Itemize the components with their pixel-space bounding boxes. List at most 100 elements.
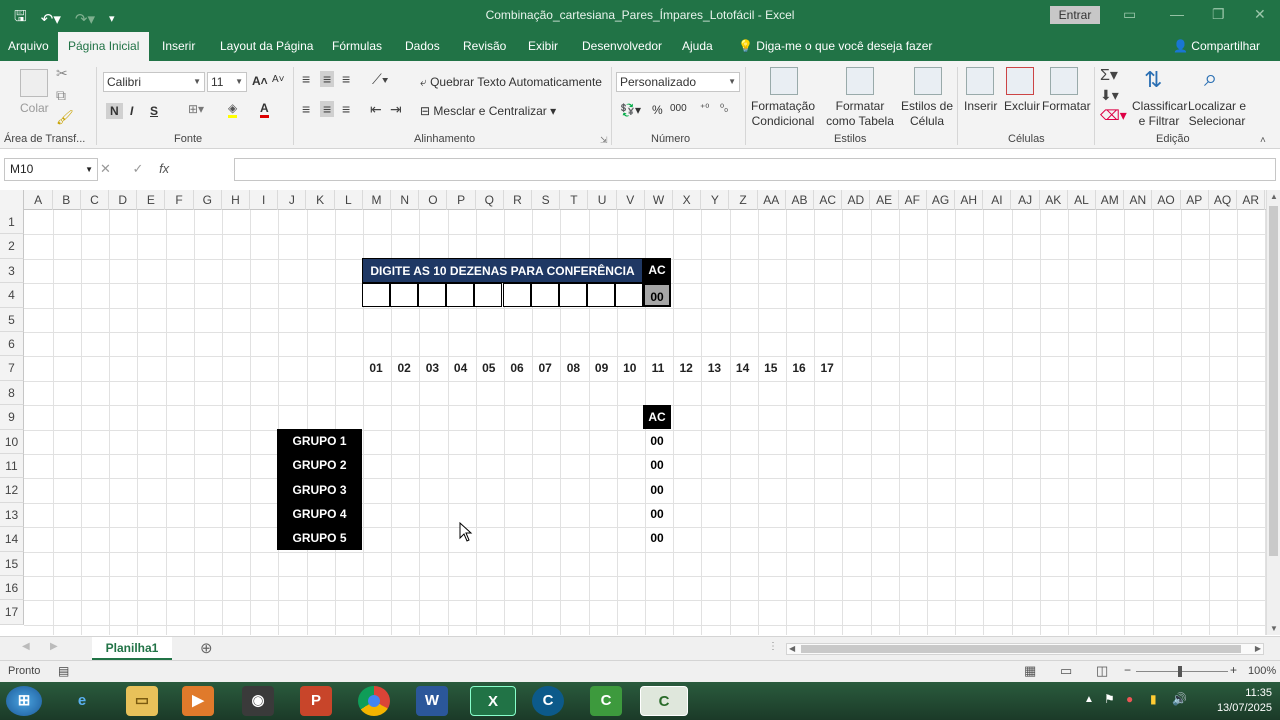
tab-pagina-inicial[interactable]: Página Inicial — [58, 32, 150, 61]
column-header[interactable]: Z — [730, 190, 758, 210]
format-as-table-button[interactable]: Formatar como Tabela — [820, 99, 900, 129]
accounting-format-icon[interactable]: 💱▾ — [620, 103, 641, 117]
column-header[interactable]: AF — [899, 190, 927, 210]
dezena-input-cell[interactable] — [446, 283, 475, 307]
zoom-out-icon[interactable]: − — [1124, 663, 1131, 677]
recorder-icon[interactable]: ◉ — [242, 686, 274, 716]
spreadsheet-grid[interactable]: A B C D E F G H I J K L M N O P Q R S T U V W X Y Z AA AB AC AD AE AF AG… — [0, 190, 1266, 635]
column-header[interactable]: S — [532, 190, 561, 210]
tray-power-icon[interactable]: ▮ — [1150, 692, 1157, 706]
sheet-tab-planilha1[interactable]: Planilha1 — [92, 637, 172, 661]
column-header[interactable]: I — [250, 190, 279, 210]
tab-ajuda[interactable]: Ajuda — [682, 32, 713, 61]
column-header[interactable]: AQ — [1209, 190, 1238, 210]
column-header[interactable]: AE — [871, 190, 899, 210]
column-header[interactable]: V — [617, 190, 645, 210]
zoom-in-icon[interactable]: + — [1230, 663, 1237, 677]
find-select-icon[interactable]: ⌕ — [1204, 65, 1217, 93]
close-icon[interactable]: ✕ — [1254, 6, 1266, 23]
volume-icon[interactable]: 🔊 — [1172, 692, 1187, 706]
tray-app-icon[interactable]: ● — [1126, 692, 1133, 706]
row-header[interactable]: 11 — [0, 454, 24, 479]
tab-arquivo[interactable]: Arquivo — [8, 32, 49, 61]
number-cell[interactable]: 11 — [644, 356, 672, 380]
horizontal-scroll-thumb[interactable] — [801, 645, 1241, 653]
sign-in-button[interactable]: Entrar — [1050, 6, 1100, 24]
row-header[interactable]: 15 — [0, 551, 24, 576]
formula-input[interactable] — [234, 158, 1276, 181]
format-cells-icon[interactable] — [1050, 67, 1078, 95]
column-header[interactable]: D — [109, 190, 138, 210]
column-header[interactable]: T — [560, 190, 589, 210]
group-label[interactable]: GRUPO 3 — [277, 478, 362, 502]
scroll-right-icon[interactable]: ▶ — [1255, 644, 1261, 653]
powerpoint-icon[interactable]: P — [300, 686, 332, 716]
taskbar-clock[interactable]: 11:35 13/07/2025 — [1217, 686, 1272, 716]
borders-icon[interactable]: ⊞▾ — [188, 102, 204, 116]
column-header[interactable]: H — [222, 190, 251, 210]
column-header[interactable]: AH — [955, 190, 984, 210]
column-header[interactable]: AK — [1040, 190, 1068, 210]
group-label[interactable]: GRUPO 2 — [277, 453, 362, 477]
column-header[interactable]: K — [307, 190, 335, 210]
column-header[interactable]: M — [363, 190, 392, 210]
group-ac-value[interactable]: 00 — [643, 526, 671, 550]
camtasia-icon[interactable]: C — [532, 686, 564, 716]
row-header[interactable]: 16 — [0, 576, 24, 601]
camtasia-recorder-icon[interactable]: C — [590, 686, 622, 716]
number-cell[interactable]: 03 — [418, 356, 446, 380]
column-header[interactable]: A — [25, 190, 53, 210]
column-header[interactable]: AC — [814, 190, 843, 210]
macro-record-icon[interactable]: ▤ — [58, 664, 69, 678]
column-header[interactable]: C — [81, 190, 110, 210]
group-ac-value[interactable]: 00 — [643, 502, 671, 526]
select-all-corner[interactable] — [0, 190, 24, 210]
wrap-text-button[interactable]: ⤶ Quebrar Texto Automaticamente — [420, 75, 602, 90]
insert-function-icon[interactable]: fx — [159, 161, 169, 176]
column-header[interactable]: AM — [1096, 190, 1125, 210]
italic-button[interactable]: I — [130, 104, 133, 118]
group-label[interactable]: GRUPO 1 — [277, 429, 362, 453]
tab-layout[interactable]: Layout da Página — [220, 32, 313, 61]
horizontal-scrollbar[interactable]: ◀ ▶ — [786, 643, 1264, 655]
group-label[interactable]: GRUPO 4 — [277, 502, 362, 526]
file-explorer-icon[interactable]: ▭ — [126, 686, 158, 716]
column-header[interactable]: AR — [1237, 190, 1266, 210]
cell-styles-icon[interactable] — [914, 67, 942, 95]
excel-icon[interactable]: X — [470, 686, 516, 716]
number-format-combo[interactable]: Personalizado ▼ — [616, 72, 740, 92]
column-header[interactable]: AB — [786, 190, 815, 210]
sort-filter-icon[interactable]: ⇅ — [1144, 67, 1162, 93]
number-cell[interactable]: 04 — [447, 356, 475, 380]
row-header[interactable]: 4 — [0, 283, 24, 308]
scroll-left-icon[interactable]: ◀ — [789, 644, 795, 653]
increase-indent-icon[interactable]: ⇥ — [390, 101, 402, 118]
cell-styles-button[interactable]: Estilos de Célula — [900, 99, 954, 129]
column-header[interactable]: U — [589, 190, 617, 210]
column-header[interactable]: Q — [476, 190, 504, 210]
vertical-scrollbar[interactable]: ▲ ▼ — [1266, 190, 1280, 635]
tray-flag-icon[interactable]: ⚑ — [1104, 692, 1115, 706]
column-header[interactable]: AD — [842, 190, 871, 210]
collapse-ribbon-icon[interactable]: ˄ — [1260, 135, 1266, 146]
word-icon[interactable]: W — [416, 686, 448, 716]
page-layout-view-icon[interactable]: ▭ — [1060, 663, 1072, 679]
conditional-formatting-button[interactable]: Formatação Condicional — [750, 99, 816, 129]
row-header[interactable]: 3 — [0, 258, 24, 284]
column-header[interactable]: B — [53, 190, 81, 210]
scroll-down-icon[interactable]: ▼ — [1270, 624, 1278, 633]
number-cell[interactable]: 10 — [616, 356, 644, 380]
column-header[interactable]: P — [448, 190, 476, 210]
share-button[interactable]: 👤 Compartilhar — [1173, 39, 1260, 53]
align-left-icon[interactable]: ≡ — [302, 101, 310, 117]
font-size-combo[interactable]: 11 ▼ — [207, 72, 247, 92]
vertical-scroll-thumb[interactable] — [1269, 206, 1278, 556]
dezena-input-cell[interactable] — [418, 283, 447, 307]
fill-color-icon[interactable]: ◈ — [228, 101, 238, 118]
chrome-icon[interactable] — [358, 686, 390, 716]
dezena-input-cell[interactable] — [362, 283, 391, 307]
column-header[interactable]: AI — [983, 190, 1012, 210]
column-header[interactable]: O — [419, 190, 448, 210]
column-header[interactable]: E — [137, 190, 166, 210]
start-button-icon[interactable]: ⊞ — [6, 686, 42, 716]
